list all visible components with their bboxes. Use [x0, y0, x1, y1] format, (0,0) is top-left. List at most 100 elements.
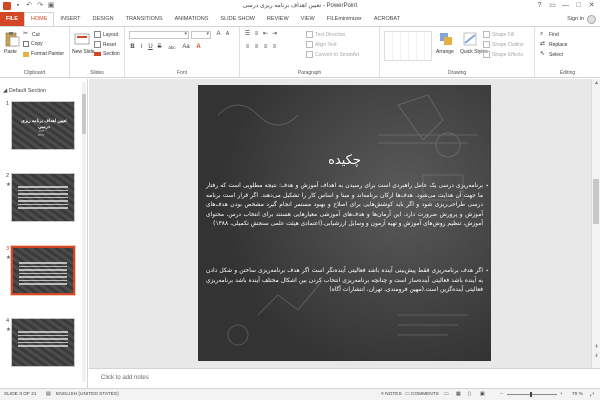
- section-header[interactable]: ◢ Default Section: [3, 88, 46, 94]
- shape-effects-button[interactable]: Shape Effects: [483, 51, 523, 58]
- comments-toggle-button[interactable]: ▭ COMMENTS: [405, 392, 439, 397]
- convert-smartart-button[interactable]: Convert to SmartArt: [306, 51, 359, 58]
- zoom-slider[interactable]: [507, 392, 557, 397]
- slide-show-icon[interactable]: ▣: [480, 392, 485, 397]
- slide-title[interactable]: چکیده: [198, 153, 491, 168]
- slide-number-4: 4: [6, 318, 10, 324]
- arrange-button[interactable]: Arrange: [436, 49, 454, 55]
- notes-toggle-button[interactable]: ≡ NOTES: [381, 392, 402, 397]
- bullet-icon: ▪: [486, 268, 488, 274]
- thumbnail-scrollbar[interactable]: [82, 82, 86, 382]
- previous-slide-icon[interactable]: ⇞: [592, 344, 600, 350]
- italic-button[interactable]: I: [138, 44, 145, 51]
- spelling-icon[interactable]: ▤: [46, 392, 51, 397]
- new-slide-icon[interactable]: [74, 31, 90, 47]
- tab-animations[interactable]: ANIMATIONS: [169, 12, 215, 26]
- notes-pane[interactable]: Click to add notes: [89, 368, 600, 388]
- decrease-font-icon[interactable]: A: [224, 31, 231, 38]
- maximize-button[interactable]: □: [572, 0, 585, 12]
- next-slide-icon[interactable]: ⇟: [592, 353, 600, 359]
- slide-thumbnail-1[interactable]: تعیین اهداف برنامه ریزی درسی ▪▪▪▪ ▪▪▪▪▪: [11, 101, 75, 150]
- text-direction-button[interactable]: Text Direction: [306, 31, 345, 38]
- current-slide[interactable]: چکیده ▪ برنامه‌ریزی درسی یک عامل راهبردی…: [198, 85, 491, 361]
- thumbnail-scrollbar-thumb[interactable]: [82, 94, 86, 134]
- tab-design[interactable]: DESIGN: [87, 12, 120, 26]
- tab-view[interactable]: VIEW: [295, 12, 321, 26]
- select-button[interactable]: ↖ Select: [540, 51, 563, 58]
- justify-icon[interactable]: ≡: [271, 44, 278, 51]
- slide-thumbnail-2[interactable]: [11, 173, 75, 222]
- format-painter-button[interactable]: Format Painter: [23, 51, 64, 57]
- layout-button[interactable]: Layout: [94, 31, 118, 38]
- find-button[interactable]: ⌕ Find: [540, 31, 559, 38]
- zoom-slider-knob[interactable]: [530, 392, 532, 397]
- strikethrough-button[interactable]: S: [156, 44, 163, 51]
- align-right-icon[interactable]: ≡: [262, 44, 269, 51]
- character-spacing-button[interactable]: abc: [166, 44, 178, 51]
- font-family-select[interactable]: [129, 31, 189, 39]
- cursor-icon: ↖: [540, 51, 546, 57]
- section-button[interactable]: Section: [94, 51, 120, 57]
- slide-body-paragraph-2[interactable]: اگر هدف برنامه‌ریزی فقط پیش‌بینی آینده ب…: [206, 267, 483, 296]
- zoom-out-icon[interactable]: −: [500, 392, 503, 397]
- help-button[interactable]: ?: [533, 0, 546, 12]
- replace-button[interactable]: ⇄ Replace: [540, 41, 567, 48]
- font-color-icon[interactable]: A: [195, 44, 202, 51]
- language-indicator[interactable]: ENGLISH (UNITED STATES): [56, 392, 119, 397]
- tab-acrobat[interactable]: ACROBAT: [368, 12, 406, 26]
- underline-button[interactable]: U: [147, 44, 154, 51]
- ribbon-display-options-button[interactable]: ▭: [546, 0, 559, 12]
- paste-button[interactable]: Paste: [4, 49, 17, 55]
- reset-button[interactable]: Reset: [94, 41, 116, 48]
- bullet-icon: ▪: [486, 183, 488, 189]
- reading-view-icon[interactable]: ▯: [468, 392, 471, 397]
- align-text-button[interactable]: Align Text: [306, 41, 337, 48]
- align-left-icon[interactable]: ≡: [244, 44, 251, 51]
- ribbon-tabs: FILE HOME INSERT DESIGN TRANSITIONS ANIM…: [0, 12, 600, 26]
- bullets-icon[interactable]: ☰: [244, 31, 251, 38]
- paste-icon[interactable]: [4, 31, 20, 47]
- numbering-icon[interactable]: ≡: [253, 31, 260, 38]
- slide-sorter-icon[interactable]: ▦: [456, 392, 461, 397]
- minimize-button[interactable]: —: [559, 0, 572, 12]
- tab-insert[interactable]: INSERT: [54, 12, 86, 26]
- tab-home[interactable]: HOME: [23, 12, 55, 26]
- paint-bucket-icon: [483, 31, 490, 38]
- notes-placeholder[interactable]: Click to add notes: [101, 375, 149, 381]
- tab-transitions[interactable]: TRANSITIONS: [120, 12, 169, 26]
- zoom-in-icon[interactable]: +: [560, 392, 563, 397]
- close-button[interactable]: ✕: [585, 0, 598, 12]
- arrange-icon[interactable]: [438, 31, 454, 47]
- fit-to-window-icon[interactable]: ⤢: [590, 392, 594, 398]
- shape-outline-button[interactable]: Shape Outline: [483, 41, 524, 48]
- slide-body-paragraph-1[interactable]: برنامه‌ریزی درسی یک عامل راهبردی است برا…: [206, 182, 483, 230]
- bold-button[interactable]: B: [129, 44, 136, 51]
- tab-fileminimizer[interactable]: FILEminimizer: [321, 12, 368, 26]
- increase-font-icon[interactable]: A: [215, 31, 222, 38]
- tab-review[interactable]: REVIEW: [261, 12, 295, 26]
- scroll-up-icon[interactable]: ▲: [592, 80, 600, 86]
- shapes-gallery[interactable]: [384, 31, 432, 61]
- cut-button[interactable]: ✂ Cut: [23, 31, 40, 38]
- slide-thumbnail-4[interactable]: [11, 318, 75, 367]
- copy-button[interactable]: Copy: [23, 41, 43, 47]
- title-bar: ▪ ↶ ↷ ▣ تعیین اهداف برنامه ریزی درسی - P…: [0, 0, 600, 12]
- new-slide-button[interactable]: New Slide: [72, 49, 95, 55]
- avatar-icon[interactable]: [587, 15, 596, 24]
- slide-thumbnail-3[interactable]: [10, 245, 76, 296]
- increase-indent-icon[interactable]: ⇥: [271, 31, 278, 38]
- slide-scrollbar-thumb[interactable]: [593, 179, 599, 224]
- change-case-button[interactable]: Aa: [181, 44, 191, 51]
- align-center-icon[interactable]: ≡: [253, 44, 260, 51]
- sign-in-link[interactable]: Sign in: [567, 12, 584, 26]
- font-size-select[interactable]: [191, 31, 211, 39]
- quick-styles-icon[interactable]: [462, 31, 478, 47]
- normal-view-icon[interactable]: ▭: [444, 392, 449, 397]
- decrease-indent-icon[interactable]: ⇤: [262, 31, 269, 38]
- zoom-level[interactable]: 70 %: [572, 392, 583, 397]
- slide-scrollbar[interactable]: ▲ ⇞ ⇟: [591, 79, 600, 368]
- shape-fill-button[interactable]: Shape Fill: [483, 31, 514, 38]
- drawing-group: Arrange Quick Styles Shape Fill Shape Ou…: [380, 27, 535, 77]
- tab-slide-show[interactable]: SLIDE SHOW: [214, 12, 261, 26]
- tab-file[interactable]: FILE: [0, 12, 24, 26]
